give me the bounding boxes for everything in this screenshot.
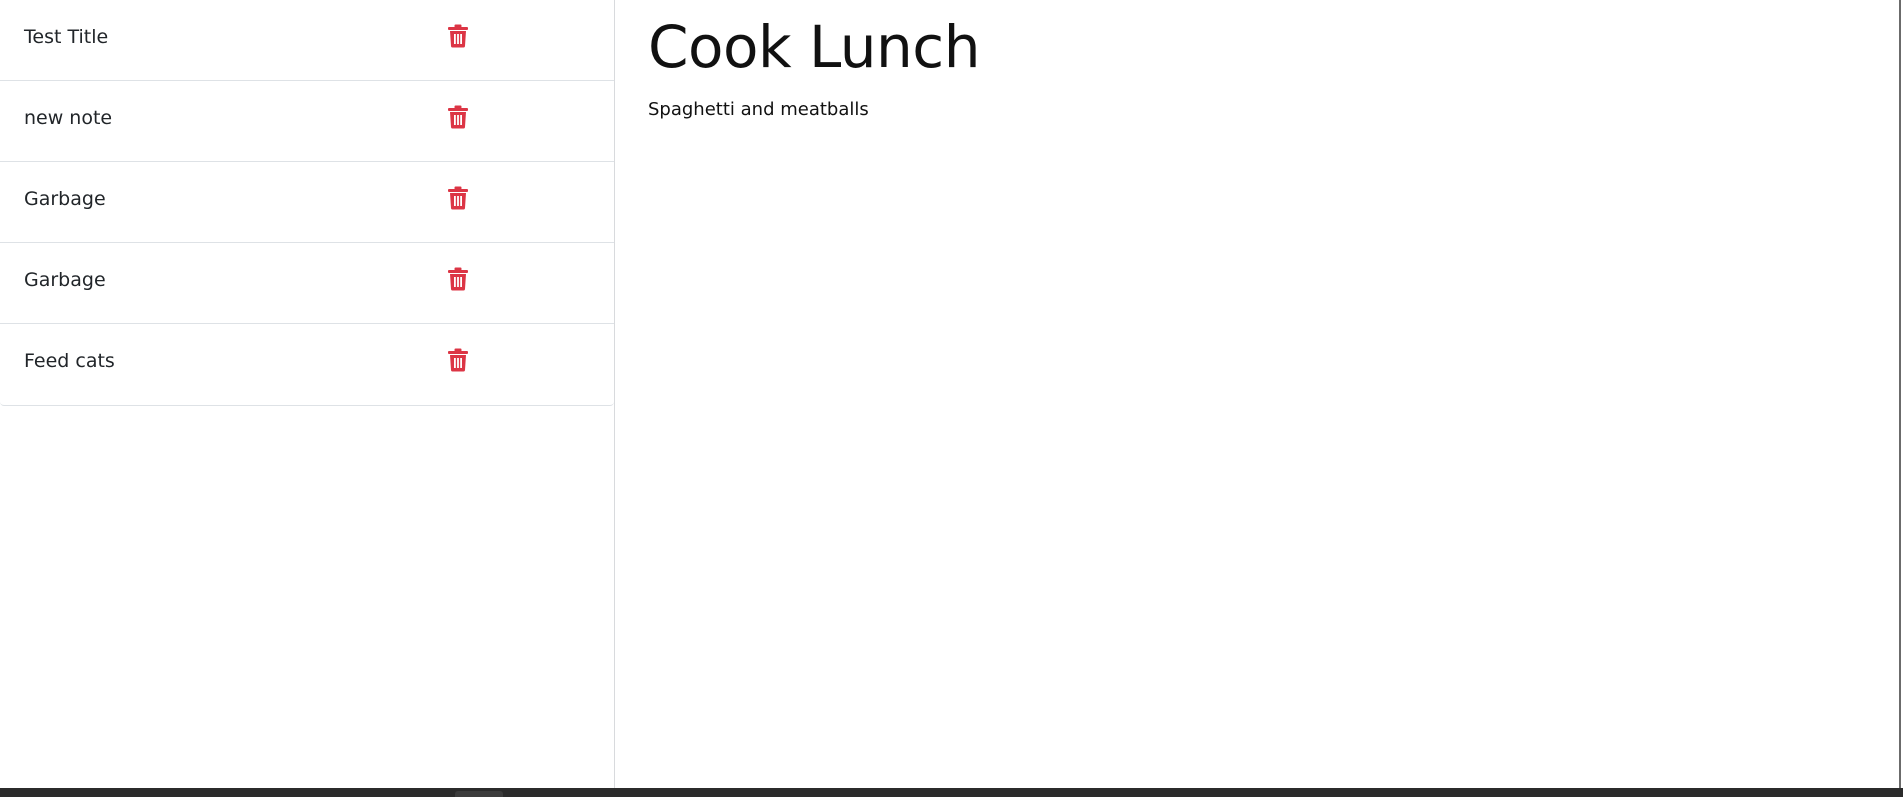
notes-sidebar: Test Title new note Garbage Garbage Feed… [0,0,615,788]
trash-icon [448,105,468,129]
note-heading: Cook Lunch [648,13,980,81]
trash-icon [448,186,468,210]
delete-note-button[interactable] [446,185,470,211]
note-list-item[interactable]: new note [0,81,614,162]
taskbar-item[interactable] [455,791,503,797]
note-list-item[interactable]: Feed cats [0,324,614,405]
note-title[interactable]: new note [24,81,112,155]
notes-app: Test Title new note Garbage Garbage Feed… [0,0,1903,788]
note-list-item[interactable]: Garbage [0,243,614,324]
trash-icon [448,348,468,372]
delete-note-button[interactable] [446,347,470,373]
trash-icon [448,267,468,291]
note-title[interactable]: Test Title [24,0,108,74]
note-list: Test Title new note Garbage Garbage Feed… [0,0,614,406]
delete-note-button[interactable] [446,266,470,292]
delete-note-button[interactable] [446,104,470,130]
note-list-item[interactable]: Test Title [0,0,614,81]
trash-icon [448,24,468,48]
note-title[interactable]: Garbage [24,243,106,317]
note-title[interactable]: Feed cats [24,324,115,398]
note-title[interactable]: Garbage [24,162,106,236]
taskbar [0,788,1903,797]
delete-note-button[interactable] [446,23,470,49]
note-list-item[interactable]: Garbage [0,162,614,243]
note-detail-panel: Cook Lunch Spaghetti and meatballs [615,0,1901,788]
note-body: Spaghetti and meatballs [648,99,869,120]
